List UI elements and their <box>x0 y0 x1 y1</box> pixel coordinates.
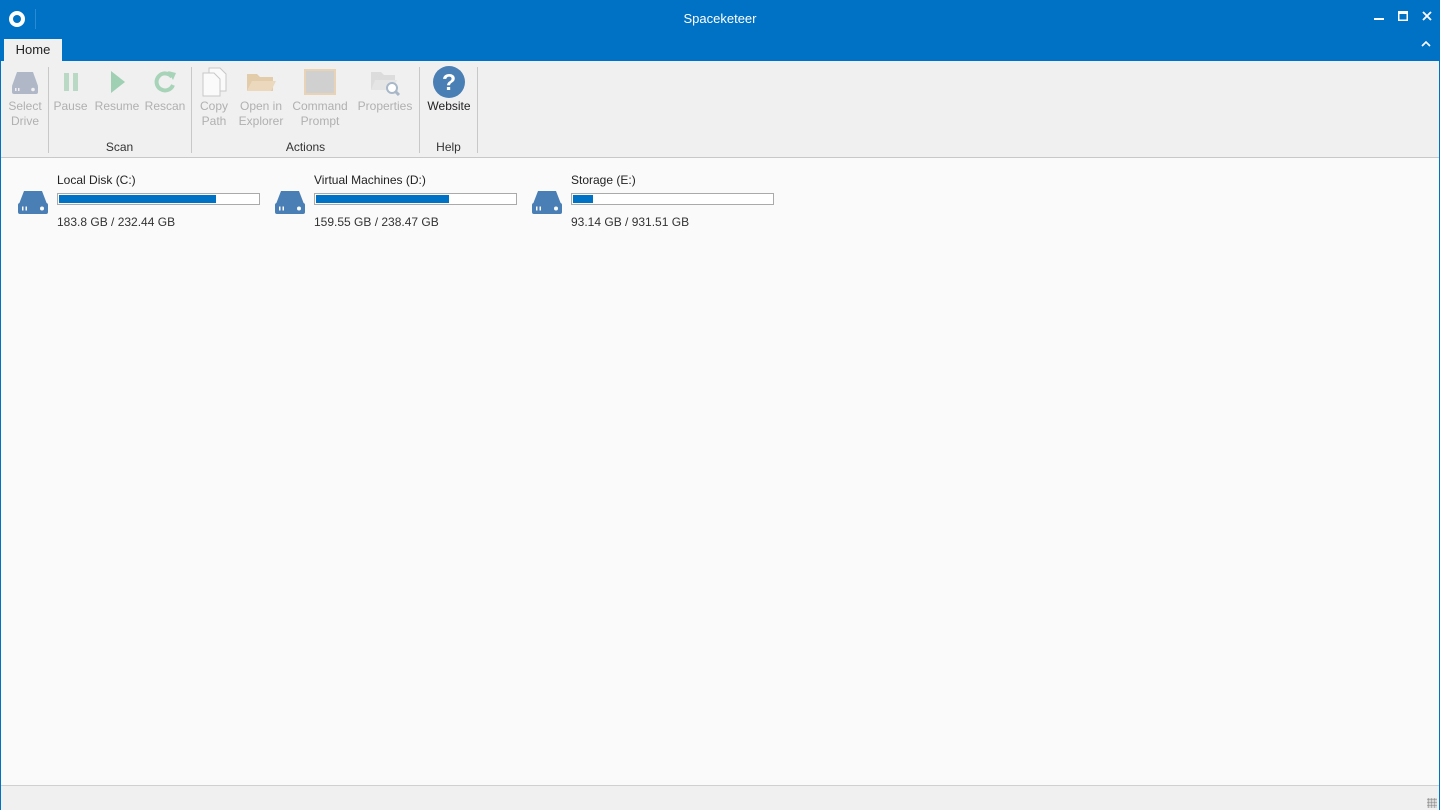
hard-drive-icon <box>275 191 305 214</box>
drive-name: Storage (E:) <box>571 173 636 187</box>
resume-label: Resume <box>94 99 140 113</box>
drive-tile-c[interactable]: Local Disk (C:) 183.8 GB / 232.44 GB <box>3 170 260 240</box>
maximize-button[interactable] <box>1391 1 1415 33</box>
group-label-actions: Actions <box>285 140 326 154</box>
website-label: Website <box>427 99 471 113</box>
properties-label: Properties <box>357 99 413 113</box>
select-drive-button[interactable]: Select Drive <box>5 65 45 129</box>
minimize-icon <box>1374 18 1384 20</box>
status-bar <box>1 785 1439 810</box>
copy-icon <box>195 65 233 99</box>
rescan-button[interactable]: Rescan <box>143 65 187 114</box>
drive-name: Local Disk (C:) <box>57 173 136 187</box>
drive-name: Virtual Machines (D:) <box>314 173 426 187</box>
website-button[interactable]: ? Website <box>423 65 475 114</box>
tab-home[interactable]: Home <box>4 39 62 61</box>
pause-label: Pause <box>53 99 88 113</box>
maximize-icon <box>1398 11 1408 21</box>
select-drive-label-1: Select <box>8 99 42 113</box>
properties-button[interactable]: Properties <box>354 65 416 114</box>
select-drive-label-2: Drive <box>10 114 39 128</box>
usage-bar-fill <box>59 195 216 203</box>
ribbon-tab-bar: Home <box>1 37 1439 61</box>
hard-drive-icon <box>18 191 48 214</box>
command-prompt-button[interactable]: Command Prompt <box>289 65 351 129</box>
minimize-button[interactable] <box>1367 1 1391 33</box>
usage-bar-fill <box>316 195 449 203</box>
usage-bar <box>314 193 517 205</box>
resume-button[interactable]: Resume <box>93 65 141 114</box>
copy-path-label-2: Path <box>201 114 227 128</box>
usage-bar <box>57 193 260 205</box>
group-separator <box>477 67 478 153</box>
drive-tile-e[interactable]: Storage (E:) 93.14 GB / 931.51 GB <box>517 170 774 240</box>
app-window: Spaceketeer Home Select Drive Pause Resu… <box>0 0 1440 810</box>
close-icon <box>1422 11 1432 21</box>
refresh-icon <box>143 65 187 99</box>
ribbon: Select Drive Pause Resume Rescan Scan Co… <box>1 61 1439 158</box>
title-bar[interactable]: Spaceketeer <box>1 1 1439 37</box>
copy-path-label-1: Copy <box>199 99 228 113</box>
pause-button[interactable]: Pause <box>52 65 89 114</box>
drive-size: 93.14 GB / 931.51 GB <box>571 215 690 229</box>
command-prompt-label-1: Command <box>292 99 348 113</box>
drive-icon <box>5 65 45 99</box>
drive-tile-d[interactable]: Virtual Machines (D:) 159.55 GB / 238.47… <box>260 170 517 240</box>
group-label-help: Help <box>436 140 461 154</box>
resize-grip-icon[interactable] <box>1427 798 1437 808</box>
window-title: Spaceketeer <box>683 11 757 26</box>
drive-list: Local Disk (C:) 183.8 GB / 232.44 GB Vir… <box>1 158 1439 785</box>
rescan-label: Rescan <box>144 99 186 113</box>
usage-bar-fill <box>573 195 593 203</box>
svg-text:?: ? <box>442 69 456 95</box>
close-button[interactable] <box>1415 1 1439 33</box>
help-icon: ? <box>423 65 475 99</box>
copy-path-button[interactable]: Copy Path <box>195 65 233 129</box>
group-label-scan: Scan <box>105 140 134 154</box>
chevron-up-icon <box>1421 40 1431 47</box>
drive-size: 159.55 GB / 238.47 GB <box>314 215 439 229</box>
command-prompt-label-2: Prompt <box>300 114 340 128</box>
pause-icon <box>52 65 89 99</box>
open-in-explorer-button[interactable]: Open in Explorer <box>235 65 287 129</box>
collapse-ribbon-button[interactable] <box>1421 39 1431 51</box>
folder-icon <box>235 65 287 99</box>
usage-bar <box>571 193 774 205</box>
terminal-icon <box>289 65 351 99</box>
drive-size: 183.8 GB / 232.44 GB <box>57 215 176 229</box>
open-in-explorer-label-2: Explorer <box>238 114 284 128</box>
open-in-explorer-label-1: Open in <box>239 99 283 113</box>
play-icon <box>93 65 141 99</box>
properties-icon <box>354 65 416 99</box>
hard-drive-icon <box>532 191 562 214</box>
